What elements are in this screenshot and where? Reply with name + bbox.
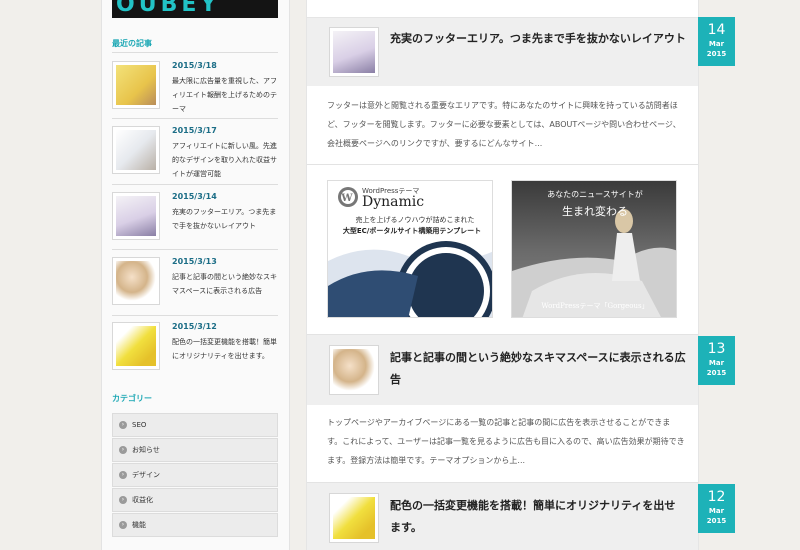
badge-day: 14 xyxy=(707,22,726,38)
badge-month: Mar xyxy=(708,507,725,515)
ad-banner-gorgeous[interactable]: あなたのニュースサイトが 生まれ変わる WordPressテーマ「Gorgeou… xyxy=(511,180,677,318)
category-label: SEO xyxy=(132,421,147,429)
recent-posts-heading: 最近の記事 xyxy=(112,39,152,48)
badge-year: 2015 xyxy=(706,517,727,525)
post-title[interactable]: 記事と記事の間という絶妙なスキマスペースに表示される広告 xyxy=(390,347,686,391)
post-thumbnail[interactable] xyxy=(329,345,379,395)
recent-post-item[interactable]: 2015/3/17 アフィリエイトに新しい風。先進的なデザインを取り入れた収益サ… xyxy=(112,126,278,184)
divider xyxy=(112,118,278,119)
recent-post-item[interactable]: 2015/3/12 配色の一括変更機能を搭載！簡単にオリジナリティを出せます。 xyxy=(112,322,278,380)
badge-month: Mar xyxy=(708,40,725,48)
post-title[interactable]: 配色の一括変更機能を搭載！簡単にオリジナリティを出せます。 xyxy=(390,495,686,539)
recent-post-date: 2015/3/18 xyxy=(172,61,217,70)
sidebar: OUBEY 最近の記事 2015/3/18 最大限に広告量を重視した、アフィリエ… xyxy=(101,0,290,550)
recent-post-thumbnail[interactable] xyxy=(112,126,160,174)
divider xyxy=(112,249,278,250)
svg-text:W: W xyxy=(340,193,353,204)
recent-post-item[interactable]: 2015/3/18 最大限に広告量を重視した、アフィリエイト報酬を上げるためのテ… xyxy=(112,61,278,119)
category-label: 機能 xyxy=(132,521,146,529)
category-item[interactable]: › デザイン xyxy=(112,463,278,487)
site-logo[interactable]: OUBEY xyxy=(112,0,278,18)
divider xyxy=(112,52,278,53)
post-thumbnail[interactable] xyxy=(329,27,379,77)
badge-month: Mar xyxy=(708,359,725,367)
category-heading: カテゴリー xyxy=(112,394,152,403)
recent-post-thumbnail[interactable] xyxy=(112,61,160,109)
ad-line-1: 売上を上げるノウハウが詰めこまれた xyxy=(355,216,475,224)
post-header: 配色の一括変更機能を搭載！簡単にオリジナリティを出せます。 xyxy=(307,483,698,550)
recent-post-title[interactable]: 最大限に広告量を重視した、アフィリエイト報酬を上げるためのテーマ xyxy=(172,74,280,116)
recent-post-thumbnail[interactable] xyxy=(112,322,160,370)
recent-post-date: 2015/3/17 xyxy=(172,126,217,135)
category-label: 収益化 xyxy=(132,496,153,504)
divider xyxy=(306,17,699,18)
category-list: › SEO › お知らせ › デザイン › 収益化 › 機能 xyxy=(112,413,278,538)
post-title[interactable]: 充実のフッターエリア。つま先まで手を抜かないレイアウト xyxy=(390,28,686,50)
ad-photo xyxy=(512,181,676,317)
recent-post-title[interactable]: 充実のフッターエリア。つま先まで手を抜かないレイアウト xyxy=(172,205,280,233)
post-list: 充実のフッターエリア。つま先まで手を抜かないレイアウト フッターは意外と閲覧され… xyxy=(306,0,699,550)
recent-post-title[interactable]: 配色の一括変更機能を搭載！簡単にオリジナリティを出せます。 xyxy=(172,335,280,363)
category-item[interactable]: › 収益化 xyxy=(112,488,278,512)
post-header: 記事と記事の間という絶妙なスキマスペースに表示される広告 xyxy=(307,335,698,405)
recent-post-date: 2015/3/14 xyxy=(172,192,217,201)
post-excerpt: トップページやアーカイブページにある一覧の記事と記事の間に広告を表示させることが… xyxy=(327,418,685,465)
post-date-badge: 13 Mar 2015 xyxy=(698,336,735,385)
post-date-badge: 12 Mar 2015 xyxy=(698,484,735,533)
recent-post-item[interactable]: 2015/3/13 記事と記事の間という絶妙なスキマスペースに表示される広告 xyxy=(112,257,278,315)
category-label: デザイン xyxy=(132,471,160,479)
recent-post-thumbnail[interactable] xyxy=(112,192,160,240)
ad-line-1: あなたのニュースサイトが xyxy=(547,190,643,199)
post-thumbnail[interactable] xyxy=(329,493,379,543)
badge-day: 12 xyxy=(707,489,726,505)
post-header: 充実のフッターエリア。つま先まで手を抜かないレイアウト xyxy=(307,18,698,86)
category-item[interactable]: › お知らせ xyxy=(112,438,278,462)
divider xyxy=(112,315,278,316)
category-item[interactable]: › SEO xyxy=(112,413,278,437)
chevron-right-icon: › xyxy=(119,421,127,429)
badge-day: 13 xyxy=(707,341,726,357)
category-item[interactable]: › 機能 xyxy=(112,513,278,537)
chevron-right-icon: › xyxy=(119,471,127,479)
badge-year: 2015 xyxy=(706,50,727,58)
ad-line-2: 大型EC/ポータルサイト構築用テンプレート xyxy=(342,227,482,235)
category-label: お知らせ xyxy=(132,446,160,454)
recent-post-date: 2015/3/13 xyxy=(172,257,217,266)
ad-brand: Dynamic xyxy=(362,194,425,210)
recent-post-title[interactable]: アフィリエイトに新しい風。先進的なデザインを取り入れた収益サイトが運営可能 xyxy=(172,139,280,181)
divider xyxy=(112,184,278,185)
ad-bottom-text: WordPressテーマ「Gorgeous」 xyxy=(541,302,649,310)
divider xyxy=(307,164,698,165)
recent-post-title[interactable]: 記事と記事の間という絶妙なスキマスペースに表示される広告 xyxy=(172,270,280,298)
ad-line-2: 生まれ変わる xyxy=(562,205,628,218)
recent-post-date: 2015/3/12 xyxy=(172,322,217,331)
chevron-right-icon: › xyxy=(119,446,127,454)
post-excerpt: フッターは意外と閲覧される重要なエリアです。特にあなたのサイトに興味を持っている… xyxy=(327,101,681,148)
logo-text: OUBEY xyxy=(116,0,221,17)
chevron-right-icon: › xyxy=(119,496,127,504)
badge-year: 2015 xyxy=(706,369,727,377)
chevron-right-icon: › xyxy=(119,521,127,529)
ad-banner-dynamic[interactable]: W WordPressテーマ Dynamic 売上を上げるノウハウが詰めこまれた… xyxy=(327,180,493,318)
post-date-badge: 14 Mar 2015 xyxy=(698,17,735,66)
recent-post-thumbnail[interactable] xyxy=(112,257,160,305)
recent-post-item[interactable]: 2015/3/14 充実のフッターエリア。つま先まで手を抜かないレイアウト xyxy=(112,192,278,250)
